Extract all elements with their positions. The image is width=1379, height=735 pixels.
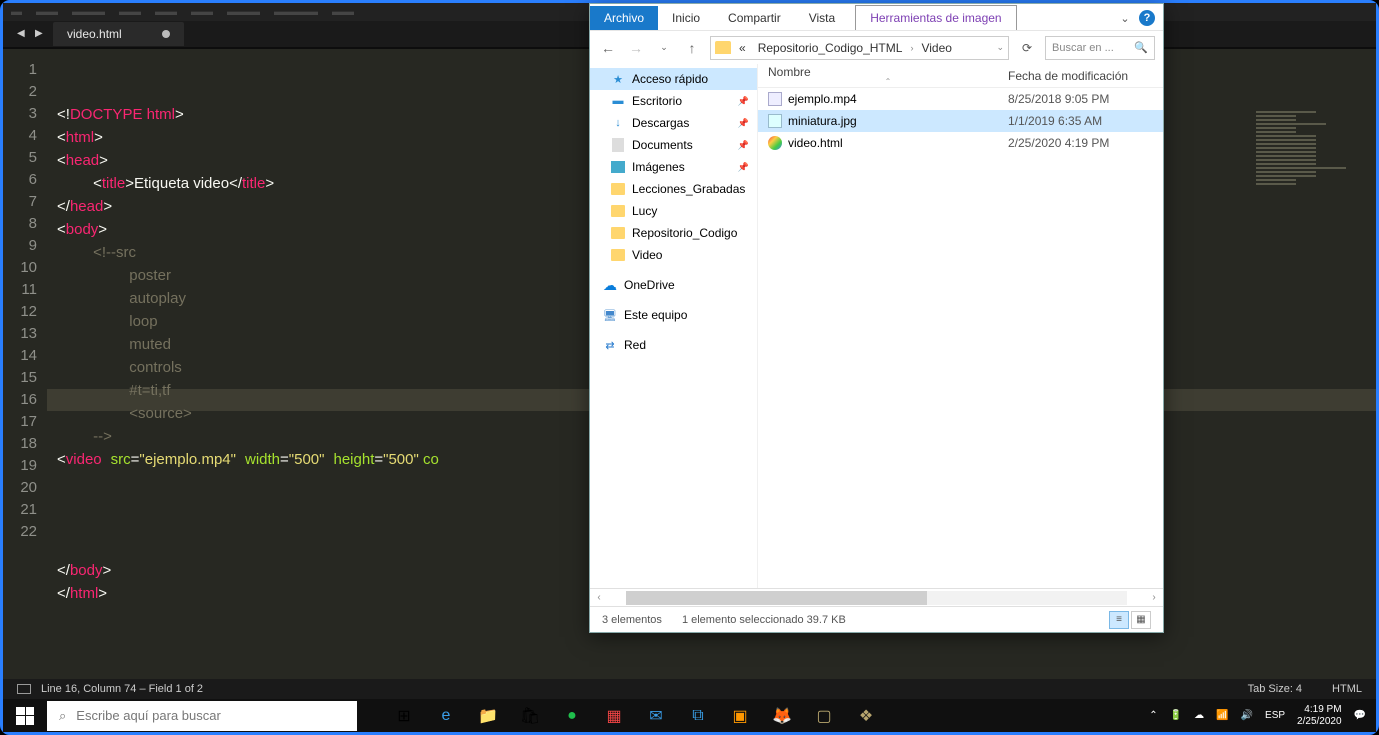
ribbon-tab-view[interactable]: Vista (795, 6, 849, 30)
app-icon[interactable]: ▢ (807, 702, 841, 730)
taskbar[interactable]: ⌕ Escribe aquí para buscar ⊞ e 📁 🛍 ● ▦ ✉… (3, 699, 1376, 732)
view-details-button[interactable]: ≡ (1109, 611, 1129, 629)
sublime-icon[interactable]: ▣ (723, 702, 757, 730)
app-icon[interactable]: ❖ (849, 702, 883, 730)
editor-statusbar: Line 16, Column 74 – Field 1 of 2 Tab Si… (3, 679, 1376, 699)
start-button[interactable] (3, 699, 47, 732)
search-icon: 🔍 (1134, 41, 1148, 54)
language-indicator[interactable]: ESP (1265, 710, 1285, 721)
ribbon-collapse-icon[interactable]: ⌄ (1117, 10, 1133, 26)
search-icon: ⌕ (59, 708, 66, 724)
ribbon-tab-file[interactable]: Archivo (590, 6, 658, 30)
mail-icon[interactable]: ✉ (639, 702, 673, 730)
statusbar-icon (17, 684, 31, 694)
explorer-icon[interactable]: 📁 (471, 702, 505, 730)
firefox-icon[interactable]: 🦊 (765, 702, 799, 730)
breadcrumb-prefix[interactable]: « (735, 41, 750, 55)
help-icon[interactable]: ? (1139, 10, 1155, 26)
battery-icon[interactable]: 🔋 (1170, 710, 1182, 721)
app-icon[interactable]: ● (555, 702, 589, 730)
star-icon: ★ (610, 72, 626, 86)
tab-prev-icon[interactable]: ◀ (17, 28, 29, 40)
refresh-icon[interactable]: ⟳ (1017, 41, 1037, 55)
column-headers[interactable]: Nombre⌃ Fecha de modificación (758, 64, 1163, 88)
cloud-tray-icon[interactable]: ☁ (1194, 710, 1204, 721)
app-icon[interactable]: ▦ (597, 702, 631, 730)
status-cursor: Line 16, Column 74 – Field 1 of 2 (41, 683, 203, 695)
system-tray[interactable]: ⌃ 🔋 ☁ 📶 🔊 ESP 4:19 PM 2/25/2020 💬 (1149, 704, 1376, 728)
task-view-icon[interactable]: ⊞ (387, 702, 421, 730)
status-selection: 1 elemento seleccionado 39.7 KB (682, 614, 846, 626)
ribbon-tab-home[interactable]: Inicio (658, 6, 714, 30)
address-bar[interactable]: « Repositorio_Codigo_HTML › Video ⌄ (710, 36, 1009, 60)
tray-chevron-icon[interactable]: ⌃ (1149, 710, 1157, 721)
edge-icon[interactable]: e (429, 702, 463, 730)
status-item-count: 3 elementos (602, 614, 662, 626)
search-placeholder: Buscar en ... (1052, 42, 1114, 54)
store-icon[interactable]: 🛍 (513, 702, 547, 730)
nav-recent-icon[interactable]: ⌄ (654, 42, 674, 53)
chevron-right-icon: › (910, 43, 913, 53)
tab-next-icon[interactable]: ▶ (35, 28, 47, 40)
windows-logo-icon (16, 707, 34, 725)
line-gutter: 12345678910111213141516171819202122 (3, 49, 47, 682)
vscode-icon[interactable]: ⧉ (681, 702, 715, 730)
tab-label: video.html (67, 27, 122, 41)
tab-dirty-icon (162, 30, 170, 38)
clock[interactable]: 4:19 PM 2/25/2020 (1297, 704, 1342, 728)
col-date[interactable]: Fecha de modificación (1008, 69, 1163, 83)
nav-forward-icon: → (626, 40, 646, 56)
taskbar-search[interactable]: ⌕ Escribe aquí para buscar (47, 701, 357, 731)
address-bar-row: ← → ⌄ ↑ « Repositorio_Codigo_HTML › Vide… (590, 30, 1163, 64)
taskbar-apps: ⊞ e 📁 🛍 ● ▦ ✉ ⧉ ▣ 🦊 ▢ ❖ (387, 699, 883, 732)
code-content: <!DOCTYPE html> <html> <head> <title>Eti… (57, 103, 1376, 605)
volume-icon[interactable]: 🔊 (1241, 710, 1253, 721)
view-icons-button[interactable]: ▦ (1131, 611, 1151, 629)
ribbon-tab-imagetools[interactable]: Herramientas de imagen (855, 5, 1016, 30)
breadcrumb-seg-1[interactable]: Video (917, 41, 955, 55)
breadcrumb-seg-0[interactable]: Repositorio_Codigo_HTML (754, 41, 907, 55)
ribbon-tabs: Archivo Inicio Compartir Vista Herramien… (590, 4, 1163, 30)
explorer-statusbar: 3 elementos 1 elemento seleccionado 39.7… (590, 606, 1163, 632)
code-editor[interactable]: 12345678910111213141516171819202122 <!DO… (3, 49, 1376, 682)
address-dropdown-icon[interactable]: ⌄ (996, 42, 1004, 53)
editor-tab[interactable]: video.html (53, 22, 184, 46)
taskbar-search-placeholder: Escribe aquí para buscar (76, 708, 221, 723)
status-tabsize[interactable]: Tab Size: 4 (1248, 683, 1302, 695)
nav-quick-access[interactable]: ★Acceso rápido (590, 68, 757, 90)
notification-icon[interactable]: 💬 (1354, 710, 1366, 721)
code-area[interactable]: <!DOCTYPE html> <html> <head> <title>Eti… (47, 49, 1376, 682)
search-input[interactable]: Buscar en ... 🔍 (1045, 36, 1155, 60)
status-lang[interactable]: HTML (1332, 683, 1362, 695)
folder-icon (715, 41, 731, 54)
ribbon-tab-share[interactable]: Compartir (714, 6, 795, 30)
col-name[interactable]: Nombre⌃ (768, 65, 1008, 86)
nav-back-icon[interactable]: ← (598, 40, 618, 56)
nav-up-icon[interactable]: ↑ (682, 40, 702, 56)
wifi-icon[interactable]: 📶 (1216, 710, 1228, 721)
